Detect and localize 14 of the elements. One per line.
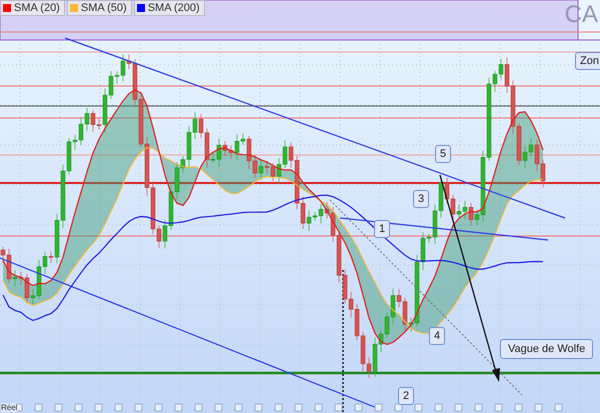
legend-item[interactable]: SMA (50) <box>66 0 132 16</box>
legend-item[interactable]: SMA (200) <box>134 0 205 16</box>
legend-item[interactable]: SMA (20) <box>0 0 65 16</box>
footer-label: Réel <box>1 403 18 412</box>
zone-label: Zon <box>575 52 600 70</box>
wave-label: 5 <box>435 145 452 163</box>
wave-label: 2 <box>398 387 414 405</box>
wave-label: 3 <box>413 190 430 208</box>
wave-label: 1 <box>374 220 390 238</box>
legend-label: SMA (200) <box>148 2 200 14</box>
legend-label: SMA (50) <box>80 2 127 14</box>
wave-label: 4 <box>429 327 446 345</box>
legend-label: SMA (20) <box>14 2 60 14</box>
pattern-label: Vague de Wolfe <box>500 339 594 359</box>
